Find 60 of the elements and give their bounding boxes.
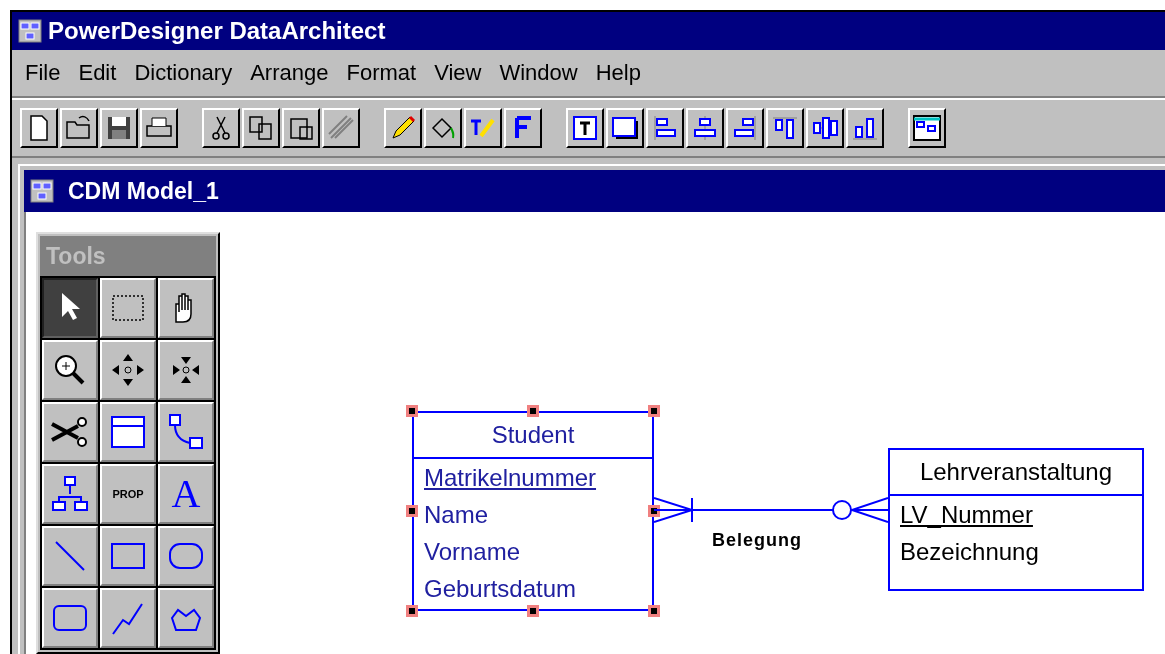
open-button[interactable] — [60, 108, 98, 148]
menu-item[interactable]: Arrange — [241, 58, 338, 88]
align-left-button[interactable] — [646, 108, 684, 148]
entity[interactable]: Lehrveranstaltung LV_Nummer Bezeichnung — [888, 448, 1144, 591]
align-top-button[interactable] — [766, 108, 804, 148]
tool-button[interactable] — [42, 278, 98, 338]
selection-handle[interactable] — [406, 405, 418, 417]
menu-item[interactable]: Format — [337, 58, 426, 88]
font-button[interactable] — [504, 108, 542, 148]
align-bottom-button[interactable] — [846, 108, 884, 148]
copy-button[interactable] — [242, 108, 280, 148]
format-painter-button[interactable] — [322, 108, 360, 148]
menu-item[interactable]: Help — [586, 58, 650, 88]
menu-item[interactable]: Dictionary — [125, 58, 242, 88]
save-button[interactable] — [100, 108, 138, 148]
print-button[interactable] — [140, 108, 178, 148]
new-button[interactable] — [20, 108, 58, 148]
entity-attribute: LV_Nummer — [899, 500, 1033, 530]
entity-attribute: Vorname — [423, 537, 521, 567]
text-frame-button[interactable] — [566, 108, 604, 148]
document-title: CDM Model_1 — [68, 177, 219, 205]
window-title: PowerDesigner DataArchitect — [48, 17, 386, 45]
shadow-button[interactable] — [606, 108, 644, 148]
selection-handle[interactable] — [648, 405, 660, 417]
fill-button[interactable] — [424, 108, 462, 148]
menu-item[interactable]: Edit — [69, 58, 126, 88]
menu-item[interactable]: View — [425, 58, 491, 88]
cut-button[interactable] — [202, 108, 240, 148]
selection-handle[interactable] — [527, 405, 539, 417]
app-icon — [30, 179, 54, 203]
align-middle-button[interactable] — [806, 108, 844, 148]
paste-button[interactable] — [282, 108, 320, 148]
selection-handle[interactable] — [527, 605, 539, 617]
relationship-tool-icon — [166, 412, 206, 452]
text-pencil-button[interactable] — [464, 108, 502, 148]
entity-name: Lehrveranstaltung — [890, 450, 1142, 496]
entity-attribute: Bezeichnung — [899, 537, 1039, 567]
entity-attribute: Name — [423, 500, 489, 530]
inheritance-tool-icon — [50, 474, 90, 514]
selection-handle[interactable] — [648, 505, 660, 517]
pencil-button[interactable] — [384, 108, 422, 148]
entity[interactable]: Student Matrikelnummer Name Vorname Geburtsdatum — [412, 411, 654, 611]
diagram-icon — [911, 112, 943, 144]
relationship-label: Belegung — [712, 530, 802, 551]
entity-attribute: Matrikelnummer — [423, 463, 597, 493]
app-icon — [18, 19, 42, 43]
align-center-button[interactable] — [686, 108, 724, 148]
entity-attribute: Geburtsdatum — [423, 574, 577, 604]
selection-handle[interactable] — [406, 605, 418, 617]
prop-tool-label: PROP — [112, 488, 144, 500]
menu-item[interactable]: File — [16, 58, 70, 88]
selection-handle[interactable] — [648, 605, 660, 617]
selection-handle[interactable] — [406, 505, 418, 517]
text-tool-label: A — [171, 474, 201, 514]
tool-button[interactable]: A — [158, 464, 214, 524]
align-right-button[interactable] — [726, 108, 764, 148]
menu-item[interactable]: Window — [490, 58, 587, 88]
diagram-button[interactable] — [908, 108, 946, 148]
palette-title: Tools — [40, 236, 216, 276]
tool-button[interactable]: PROP — [100, 464, 156, 524]
